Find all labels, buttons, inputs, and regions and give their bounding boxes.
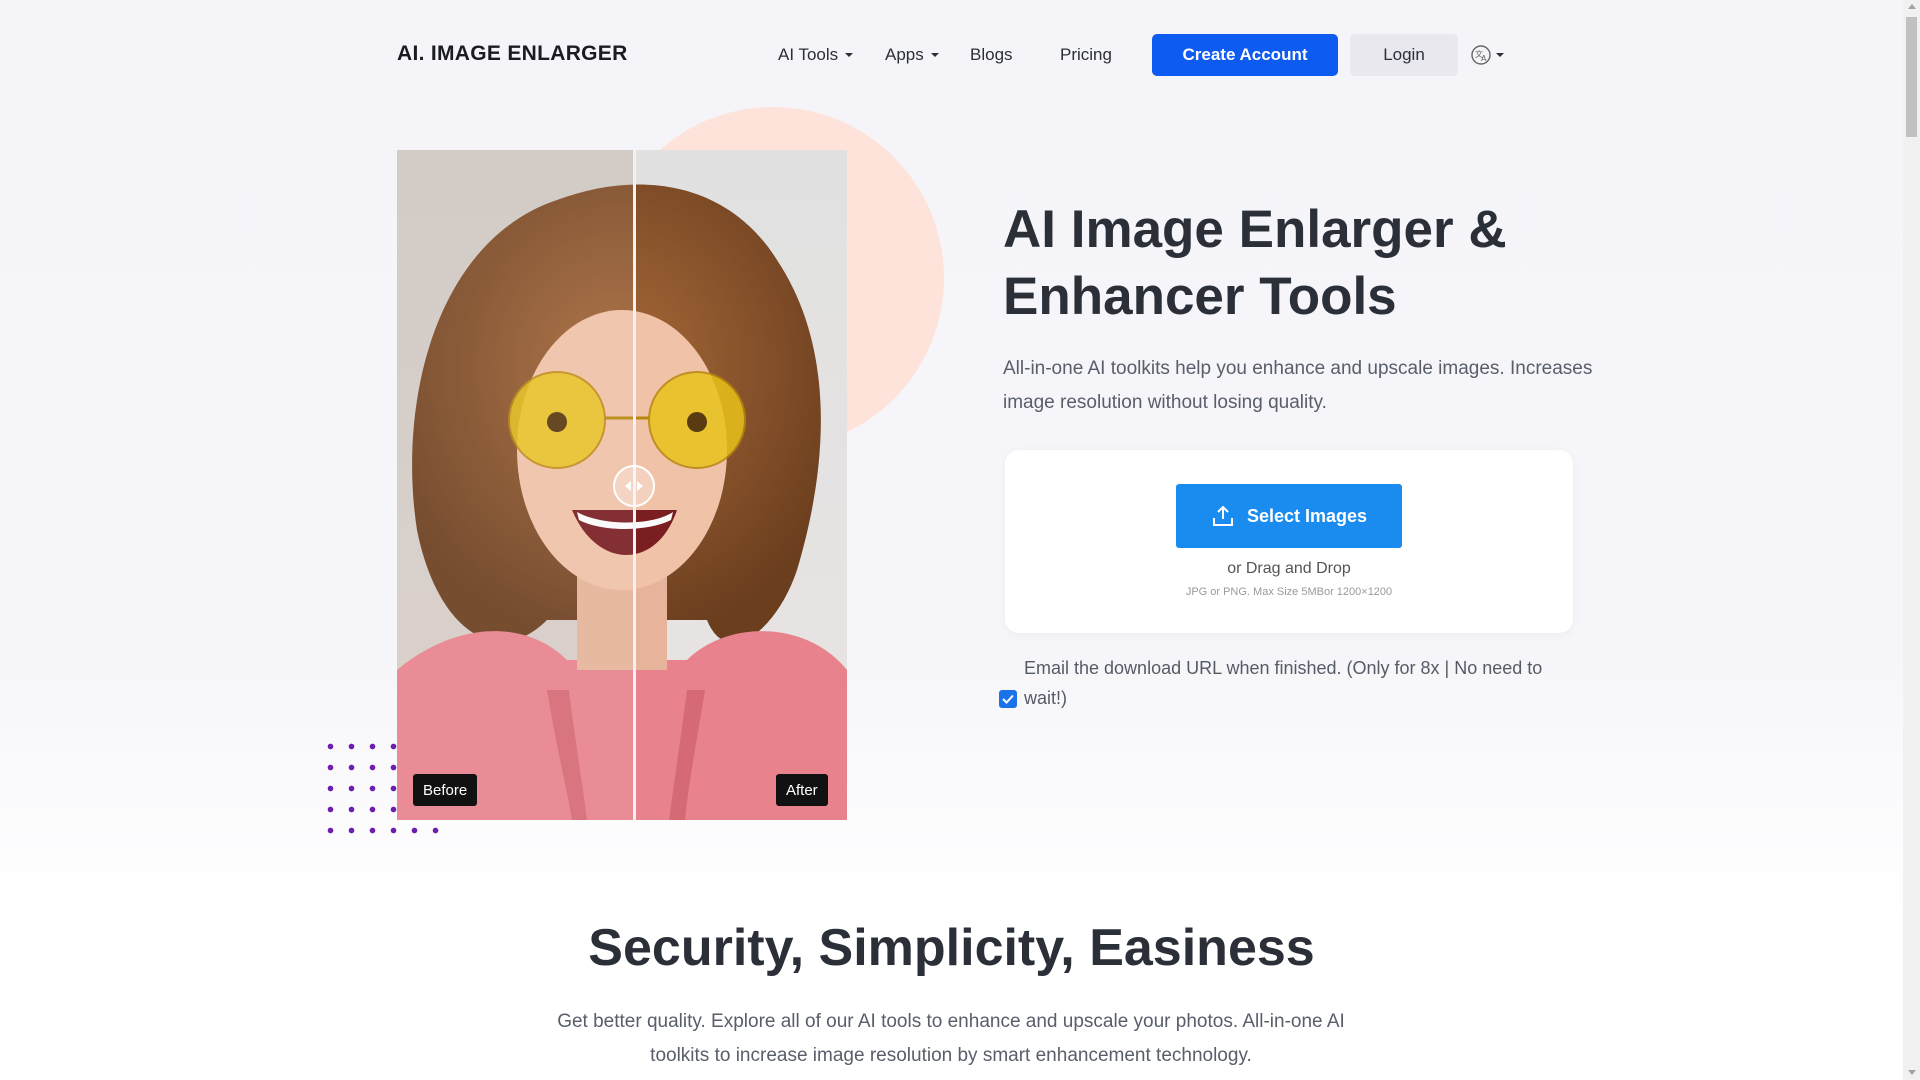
drag-drop-hint: or Drag and Drop — [1227, 560, 1351, 577]
select-images-label: Select Images — [1246, 505, 1368, 526]
site-logo[interactable]: AI. IMAGE ENLARGER — [397, 42, 628, 66]
email-url-label[interactable]: Email the download URL when finished. (O… — [1024, 653, 1584, 713]
email-url-checkbox[interactable] — [999, 690, 1017, 708]
check-icon — [1002, 694, 1014, 704]
upload-dropzone[interactable]: Select Images or Drag and Drop JPG or PN… — [1005, 450, 1573, 633]
section-title: Security, Simplicity, Easiness — [588, 919, 1315, 977]
page: AI. IMAGE ENLARGER AI Tools Apps Blogs P… — [0, 0, 1903, 1080]
upload-icon — [1212, 505, 1233, 526]
nav-pricing[interactable]: Pricing — [1060, 34, 1112, 76]
chevron-down-icon — [930, 53, 939, 57]
hero-title: AI Image Enlarger & Enhancer Tools — [1003, 200, 1507, 326]
language-selector[interactable]: 文 A — [1470, 44, 1504, 66]
before-after-comparison[interactable]: Before After — [397, 150, 847, 820]
comparison-drag-handle[interactable] — [613, 465, 655, 507]
nav-blogs-label: Blogs — [970, 45, 1013, 64]
arrows-horizontal-icon — [625, 481, 643, 491]
scroll-up-arrow-icon[interactable] — [1908, 4, 1916, 9]
nav-pricing-label: Pricing — [1060, 45, 1112, 64]
section-subtitle: Get better quality. Explore all of our A… — [557, 1011, 1345, 1066]
file-limits-hint: JPG or PNG. Max Size 5MBor 1200×1200 — [1185, 586, 1393, 598]
nav-apps[interactable]: Apps — [885, 34, 939, 76]
nav-blogs[interactable]: Blogs — [970, 34, 1013, 76]
create-account-button[interactable]: Create Account — [1152, 34, 1338, 76]
scrollbar-thumb[interactable] — [1906, 17, 1917, 137]
after-label: After — [776, 774, 828, 806]
svg-text:A: A — [1481, 54, 1487, 63]
login-button[interactable]: Login — [1350, 34, 1458, 76]
before-label: Before — [413, 774, 478, 806]
chevron-down-icon — [845, 53, 854, 57]
page-scrollbar[interactable] — [1903, 0, 1920, 1080]
nav-ai-tools-label: AI Tools — [778, 45, 839, 64]
translate-icon: 文 A — [1471, 45, 1491, 65]
hero-subtitle: All-in-one AI toolkits help you enhance … — [1003, 358, 1593, 413]
chevron-down-icon — [1496, 53, 1504, 57]
select-images-button[interactable]: Select Images — [1176, 484, 1402, 548]
nav-apps-label: Apps — [885, 45, 924, 64]
scroll-down-arrow-icon[interactable] — [1908, 1070, 1916, 1075]
nav-ai-tools[interactable]: AI Tools — [778, 34, 854, 76]
